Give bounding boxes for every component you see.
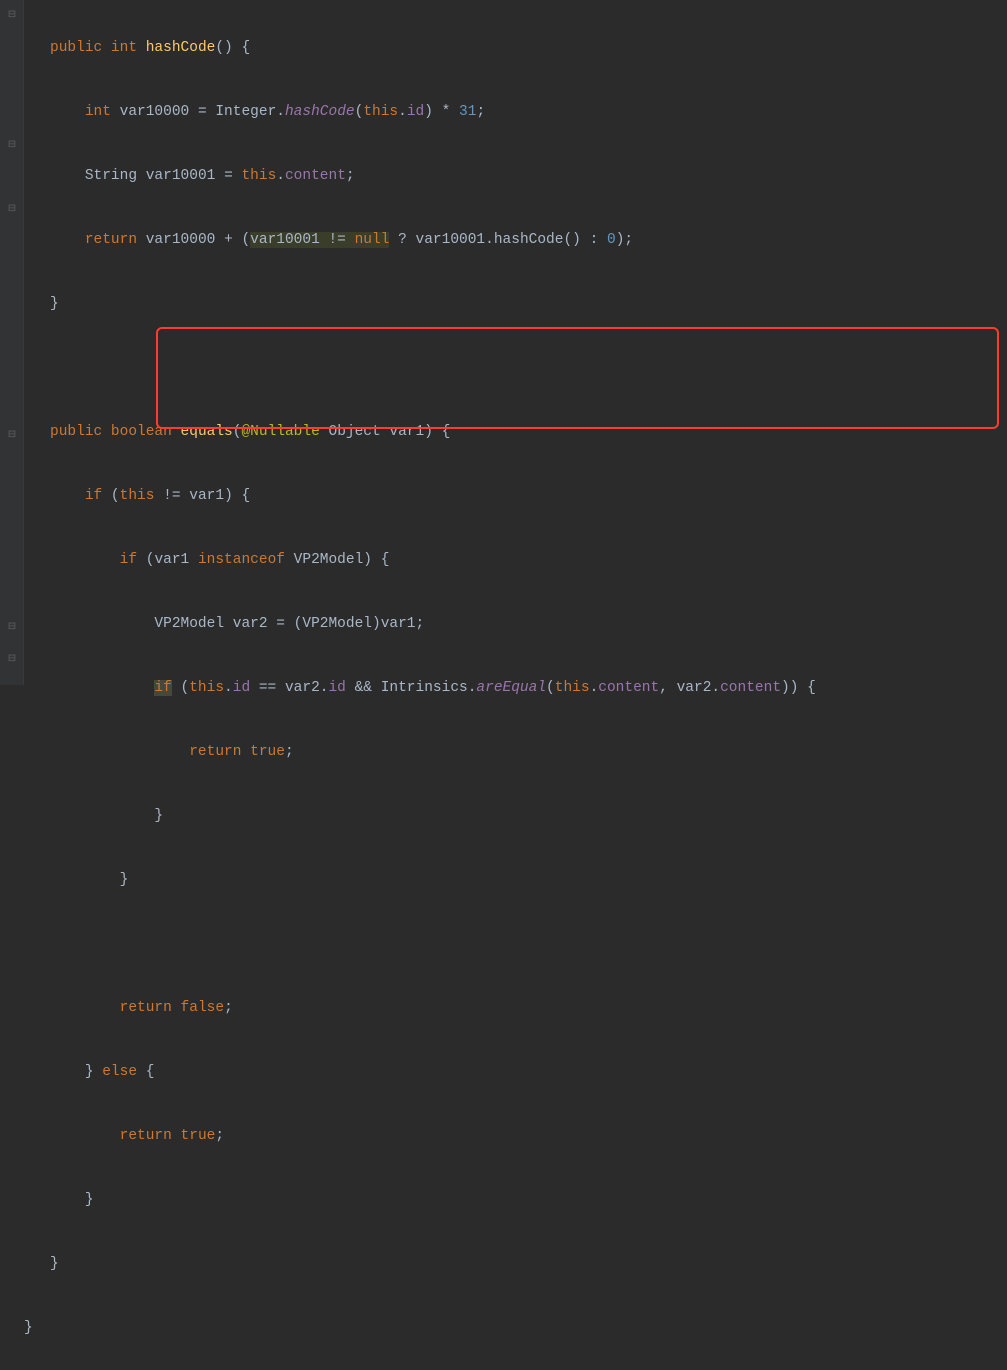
- field-content: content: [598, 680, 659, 696]
- code-line[interactable]: }: [24, 1184, 1007, 1216]
- static-method-areEqual: areEqual: [476, 680, 546, 696]
- code-line[interactable]: }: [24, 1312, 1007, 1344]
- code-line[interactable]: String var10001 = this.content;: [24, 160, 1007, 192]
- code-editor[interactable]: public int hashCode() { int var10000 = I…: [24, 0, 1007, 685]
- keyword-instanceof: instanceof: [198, 552, 285, 568]
- field-content: content: [285, 168, 346, 184]
- code-line[interactable]: public int hashCode() {: [24, 32, 1007, 64]
- static-method-hashCode: hashCode: [285, 104, 355, 120]
- highlighted-span: if: [154, 680, 171, 696]
- method-equals: equals: [181, 424, 233, 440]
- code-line[interactable]: [24, 352, 1007, 384]
- fold-marker-icon[interactable]: ⊟: [6, 140, 18, 152]
- fold-marker-icon[interactable]: ⊟: [6, 204, 18, 216]
- code-line[interactable]: } else {: [24, 1056, 1007, 1088]
- code-line[interactable]: if (this != var1) {: [24, 480, 1007, 512]
- field-id: id: [233, 680, 250, 696]
- annotation-nullable: @Nullable: [241, 424, 319, 440]
- keyword-return: return: [120, 1128, 172, 1144]
- keyword-public: public: [50, 424, 102, 440]
- gutter: ⊟ ⊟ ⊟ ⊟ ⊟ ⊟: [0, 0, 24, 685]
- fold-marker-icon[interactable]: ⊟: [6, 622, 18, 634]
- highlighted-span: var10001 != null: [250, 232, 389, 248]
- code-line[interactable]: if (this.id == var2.id && Intrinsics.are…: [24, 672, 1007, 704]
- keyword-boolean: boolean: [111, 424, 172, 440]
- keyword-if: if: [154, 680, 171, 696]
- code-line[interactable]: return true;: [24, 1120, 1007, 1152]
- keyword-int: int: [85, 104, 111, 120]
- code-line[interactable]: return var10000 + (var10001 != null ? va…: [24, 224, 1007, 256]
- code-line[interactable]: [24, 928, 1007, 960]
- keyword-else: else: [102, 1064, 137, 1080]
- keyword-public: public: [50, 40, 102, 56]
- keyword-return: return: [85, 232, 137, 248]
- code-line[interactable]: }: [24, 864, 1007, 896]
- field-id: id: [407, 104, 424, 120]
- fold-marker-icon[interactable]: ⊟: [6, 10, 18, 22]
- method-hashCode: hashCode: [146, 40, 216, 56]
- fold-marker-icon[interactable]: ⊟: [6, 430, 18, 442]
- keyword-return: return: [120, 1000, 172, 1016]
- code-line[interactable]: public boolean equals(@Nullable Object v…: [24, 416, 1007, 448]
- code-line[interactable]: if (var1 instanceof VP2Model) {: [24, 544, 1007, 576]
- code-line[interactable]: }: [24, 1248, 1007, 1280]
- code-line[interactable]: }: [24, 288, 1007, 320]
- code-line[interactable]: }: [24, 800, 1007, 832]
- keyword-int: int: [111, 40, 137, 56]
- code-line[interactable]: VP2Model var2 = (VP2Model)var1;: [24, 608, 1007, 640]
- keyword-if: if: [85, 488, 102, 504]
- code-line[interactable]: return true;: [24, 736, 1007, 768]
- field-content: content: [720, 680, 781, 696]
- keyword-if: if: [120, 552, 137, 568]
- field-id: id: [328, 680, 345, 696]
- code-line[interactable]: return false;: [24, 992, 1007, 1024]
- fold-marker-icon[interactable]: ⊟: [6, 654, 18, 666]
- keyword-return: return: [189, 744, 241, 760]
- code-line[interactable]: int var10000 = Integer.hashCode(this.id)…: [24, 96, 1007, 128]
